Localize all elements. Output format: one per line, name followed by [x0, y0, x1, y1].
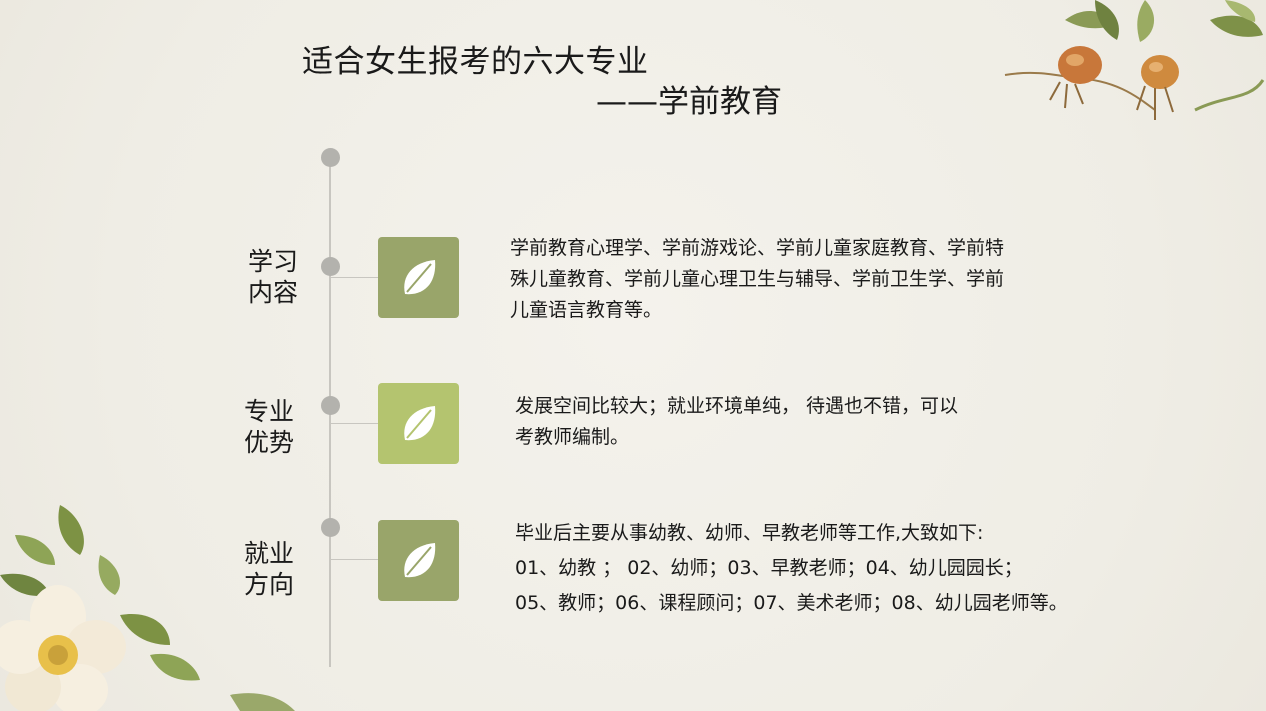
leaf-icon [403, 542, 435, 577]
timeline-dot [321, 518, 340, 537]
timeline-branch [331, 559, 378, 560]
rosehip-decoration-icon [1004, 0, 1265, 120]
section-label: 就业 方向 [244, 539, 295, 599]
slide: 适合女生报考的六大专业 ——学前教育 学习 内容 学前教育心理学、学前游戏论、学… [0, 0, 1266, 711]
section-icon-box [378, 237, 459, 318]
timeline-branch [331, 423, 378, 424]
section-label: 学习 内容 [248, 247, 299, 307]
flower-decoration-icon [0, 505, 295, 711]
page-title: 适合女生报考的六大专业 [302, 44, 649, 80]
leaf-icon [403, 405, 435, 440]
timeline-branch [331, 277, 378, 278]
page-subtitle: ——学前教育 [596, 84, 782, 120]
section-icon-box [378, 383, 459, 464]
section-label: 专业 优势 [244, 397, 295, 457]
timeline-start-dot [321, 148, 340, 167]
section-text: 发展空间比较大；就业环境单纯， 待遇也不错，可以 考教师编制。 [515, 395, 959, 448]
leaf-icon [403, 259, 435, 294]
timeline-dot [321, 257, 340, 276]
section-text: 学前教育心理学、学前游戏论、学前儿童家庭教育、学前特 殊儿童教育、学前儿童心理卫… [510, 237, 1005, 321]
timeline-dot [321, 396, 340, 415]
section-icon-box [378, 520, 459, 601]
section-text: 毕业后主要从事幼教、幼师、早教老师等工作,大致如下: 01、幼教 ； 02、幼师… [515, 522, 1068, 614]
